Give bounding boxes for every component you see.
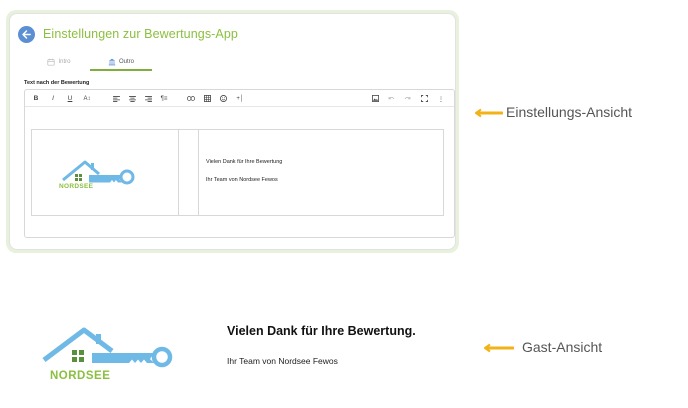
align-left-button[interactable] bbox=[111, 90, 121, 107]
rich-text-editor[interactable]: B I U A↕ ¶≡ +│ ⋮ NORDSEE Vielen Dank für… bbox=[24, 89, 455, 238]
insert-more-button[interactable]: +│ bbox=[234, 90, 246, 107]
content-table[interactable]: NORDSEE Vielen Dank für Ihre Bewertung I… bbox=[31, 129, 444, 216]
align-center-icon bbox=[128, 95, 136, 102]
guest-team-text: Ihr Team von Nordsee Fewos bbox=[227, 356, 338, 366]
redo-button[interactable] bbox=[402, 90, 412, 107]
smiley-icon bbox=[219, 95, 227, 102]
insert-link-button[interactable] bbox=[186, 90, 196, 107]
insert-emoji-button[interactable] bbox=[218, 90, 228, 107]
arrow-left-orange-icon bbox=[475, 108, 503, 118]
table-column-divider bbox=[198, 130, 199, 215]
undo-button[interactable] bbox=[386, 90, 396, 107]
insert-image-button[interactable] bbox=[370, 90, 380, 107]
field-label: Text nach der Bewertung bbox=[24, 80, 90, 86]
link-icon bbox=[187, 96, 195, 101]
logo-text: NORDSEE bbox=[59, 183, 94, 190]
italic-button[interactable]: I bbox=[48, 90, 58, 107]
paragraph-format-button[interactable]: ¶≡ bbox=[158, 90, 170, 107]
table-column-divider bbox=[178, 130, 179, 215]
editor-thanks-text: Vielen Dank für Ihre Bewertung bbox=[206, 159, 283, 165]
nordsee-logo-large: NORDSEE bbox=[40, 324, 174, 382]
redo-icon bbox=[404, 96, 410, 100]
table-icon bbox=[203, 95, 211, 102]
editor-toolbar: B I U A↕ ¶≡ +│ ⋮ bbox=[25, 90, 454, 107]
page-title: Einstellungen zur Bewertungs-App bbox=[43, 27, 238, 41]
more-options-button[interactable]: ⋮ bbox=[436, 90, 446, 107]
tab-outro[interactable]: Outro bbox=[90, 54, 152, 70]
nordsee-logo: NORDSEE bbox=[59, 157, 137, 196]
image-icon bbox=[371, 95, 379, 102]
align-center-button[interactable] bbox=[127, 90, 137, 107]
fullscreen-button[interactable] bbox=[419, 90, 429, 107]
tab-intro[interactable]: Intro bbox=[28, 54, 90, 70]
back-button[interactable] bbox=[18, 25, 35, 43]
align-right-button[interactable] bbox=[143, 90, 153, 107]
undo-icon bbox=[388, 96, 394, 100]
tab-bar: Intro Outro bbox=[28, 54, 152, 71]
align-left-icon bbox=[112, 95, 120, 102]
settings-view-label: Einstellungs-Ansicht bbox=[506, 104, 633, 120]
tab-outro-label: Outro bbox=[118, 59, 134, 65]
calendar-icon bbox=[47, 58, 56, 66]
institution-icon bbox=[108, 58, 116, 66]
settings-panel: Einstellungen zur Bewertungs-App Intro O… bbox=[9, 13, 456, 250]
align-right-icon bbox=[144, 95, 152, 102]
tab-intro-label: Intro bbox=[58, 59, 71, 65]
bold-button[interactable]: B bbox=[31, 90, 41, 107]
arrow-left-icon bbox=[22, 29, 31, 39]
logo-text: NORDSEE bbox=[50, 370, 111, 382]
active-tab-indicator bbox=[90, 69, 152, 71]
guest-thanks-heading: Vielen Dank für Ihre Bewertung. bbox=[227, 324, 416, 338]
house-key-icon bbox=[42, 327, 173, 368]
arrow-left-orange-icon bbox=[484, 343, 514, 353]
page-header: Einstellungen zur Bewertungs-App bbox=[18, 22, 238, 46]
insert-table-button[interactable] bbox=[202, 90, 212, 107]
underline-button[interactable]: U bbox=[65, 90, 75, 107]
fullscreen-icon bbox=[420, 95, 428, 102]
text-size-button[interactable]: A↕ bbox=[81, 90, 93, 107]
editor-team-text: Ihr Team von Nordsee Fewos bbox=[206, 177, 278, 183]
guest-view-label: Gast-Ansicht bbox=[522, 339, 603, 355]
settings-app-window: Einstellungen zur Bewertungs-App Intro O… bbox=[6, 10, 459, 253]
